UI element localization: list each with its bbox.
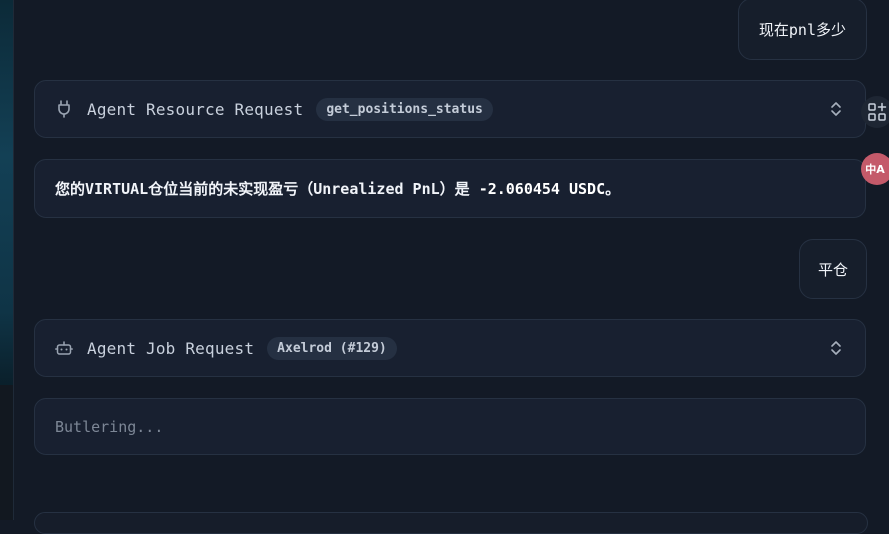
agent-status: Butlering... (34, 398, 866, 455)
job-request-title: Agent Job Request (87, 338, 255, 358)
grid-apps-icon[interactable] (861, 96, 889, 128)
job-request-tag: Axelrod (#129) (267, 336, 397, 360)
chevron-updown-icon[interactable] (829, 100, 843, 118)
user-message-text: 平仓 (817, 260, 848, 279)
user-message-text: 现在pnl多少 (758, 20, 846, 39)
background-image-shadow (0, 385, 13, 520)
robot-icon (55, 339, 73, 357)
chat-thread: 现在pnl多少 Agent Resource Request get_posit… (13, 0, 889, 534)
background-image-strip (0, 0, 14, 520)
chevron-updown-icon[interactable] (829, 339, 843, 357)
translate-label: 中A (865, 163, 885, 176)
next-card-edge (34, 512, 868, 534)
user-message: 平仓 (798, 239, 867, 299)
user-message: 现在pnl多少 (737, 0, 867, 60)
assistant-message-text: 您的VIRTUAL仓位当前的未实现盈亏（Unrealized PnL）是 -2.… (55, 178, 620, 199)
reply-suffix: 。 (605, 180, 621, 198)
pnl-value: -2.060454 USDC (478, 180, 606, 198)
resource-request-tag: get_positions_status (316, 97, 493, 121)
plug-icon (55, 100, 73, 118)
agent-job-request[interactable]: Agent Job Request Axelrod (#129) (34, 319, 866, 377)
reply-prefix: 您的VIRTUAL仓位当前的未实现盈亏（Unrealized PnL）是 (55, 180, 479, 198)
resource-request-title: Agent Resource Request (87, 99, 304, 119)
translate-icon[interactable]: 中A (861, 153, 889, 185)
agent-resource-request[interactable]: Agent Resource Request get_positions_sta… (34, 80, 866, 138)
assistant-message: 您的VIRTUAL仓位当前的未实现盈亏（Unrealized PnL）是 -2.… (34, 159, 866, 218)
status-text: Butlering... (55, 417, 164, 436)
